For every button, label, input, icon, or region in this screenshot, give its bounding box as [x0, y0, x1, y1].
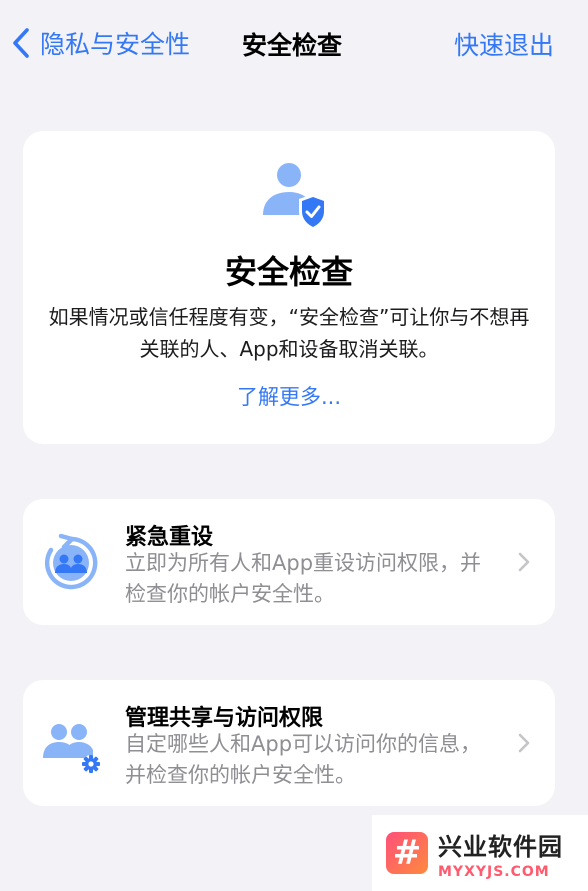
intro-title: 安全检查	[224, 253, 353, 291]
quick-exit-button[interactable]: 快速退出	[454, 26, 554, 62]
chevron-right-icon	[518, 552, 530, 572]
person-shield-icon	[263, 163, 327, 230]
emergency-reset-subtitle: 立即为所有人和App重设访问权限，并检查你的帐户安全性。	[125, 551, 482, 606]
watermark-text: 兴业软件园 MYXYJS.COM	[438, 827, 563, 880]
safety-check-intro-card: 安全检查 如果情况或信任程度有变，“安全检查”可让你与不想再关联的人、App和设…	[23, 131, 555, 444]
emergency-reset-option[interactable]: 紧急重设 立即为所有人和App重设访问权限，并检查你的帐户安全性。	[23, 499, 555, 625]
emergency-reset-title: 紧急重设	[125, 525, 214, 550]
navigation-bar: 隐私与安全性 安全检查 快速退出	[0, 0, 588, 86]
watermark-domain: MYXYJS.COM	[438, 863, 550, 880]
people-gear-icon	[43, 724, 100, 773]
back-button[interactable]: 隐私与安全性	[10, 24, 190, 62]
watermark-name: 兴业软件园	[438, 832, 563, 861]
chevron-left-icon	[13, 28, 29, 58]
manage-sharing-option[interactable]: 管理共享与访问权限 自定哪些人和App可以访问你的信息，并检查你的帐户安全性。	[23, 680, 555, 806]
watermark-logo: #	[386, 832, 428, 874]
learn-more-link[interactable]: 了解更多...	[23, 381, 555, 411]
site-watermark: # 兴业软件园 MYXYJS.COM	[372, 815, 588, 891]
chevron-right-icon	[518, 733, 530, 753]
back-button-label: 隐私与安全性	[40, 30, 191, 59]
manage-sharing-title: 管理共享与访问权限	[125, 706, 324, 731]
manage-sharing-subtitle: 自定哪些人和App可以访问你的信息，并检查你的帐户安全性。	[125, 732, 482, 787]
intro-description: 如果情况或信任程度有变，“安全检查”可让你与不想再关联的人、App和设备取消关联…	[48, 305, 530, 361]
reset-people-icon	[44, 533, 98, 590]
page-title: 安全检查	[241, 31, 342, 60]
